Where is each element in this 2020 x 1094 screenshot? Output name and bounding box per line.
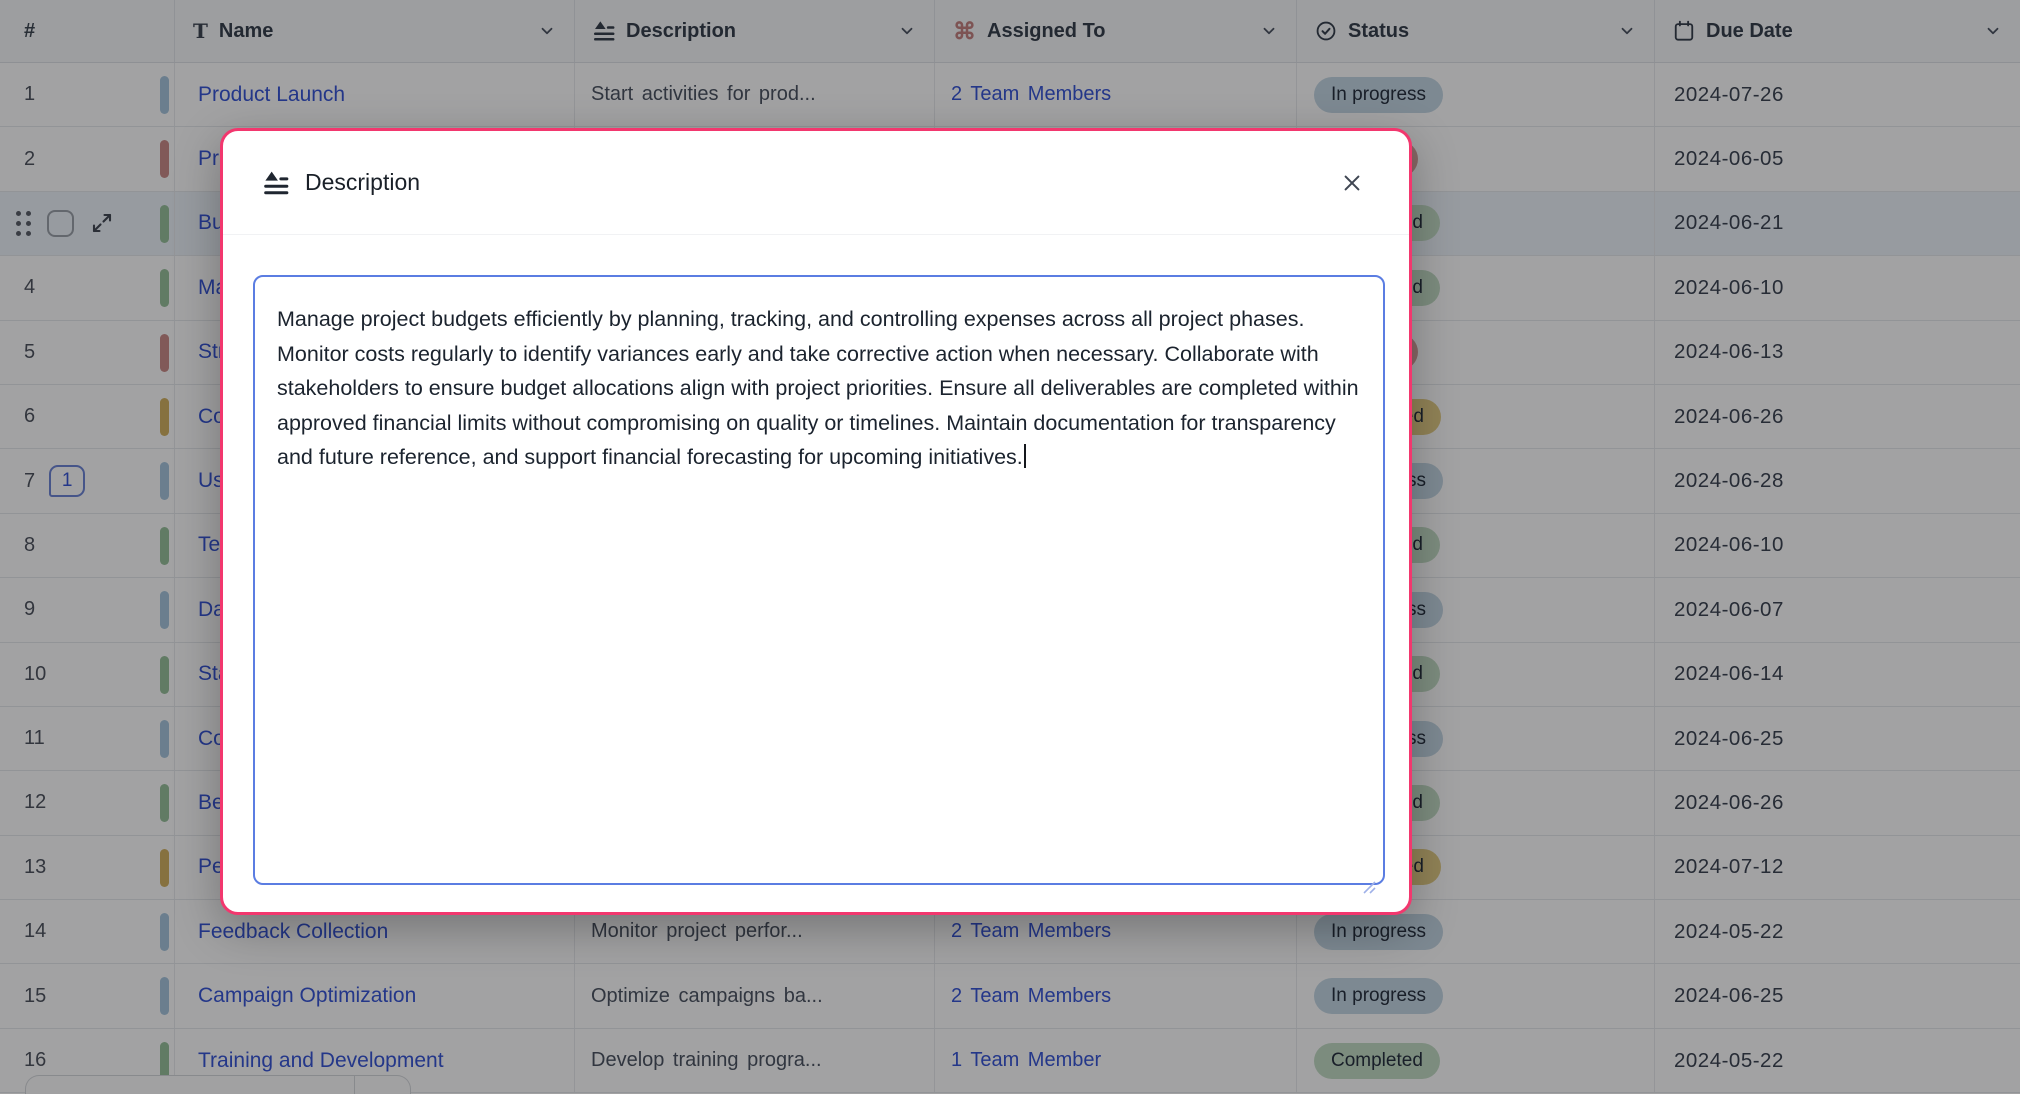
app-canvas: # T Name Description ⌘ <box>0 0 2020 1094</box>
modal-header: Description <box>223 131 1409 235</box>
modal-title: Description <box>305 169 420 196</box>
description-text: Manage project budgets efficiently by pl… <box>277 307 1359 469</box>
description-editor-modal: Description Manage project budgets effic… <box>220 128 1412 915</box>
resize-handle[interactable] <box>1360 878 1376 894</box>
long-text-icon <box>263 170 289 196</box>
close-icon[interactable] <box>1335 166 1369 200</box>
text-cursor <box>1024 444 1026 468</box>
description-textarea[interactable]: Manage project budgets efficiently by pl… <box>253 275 1385 885</box>
